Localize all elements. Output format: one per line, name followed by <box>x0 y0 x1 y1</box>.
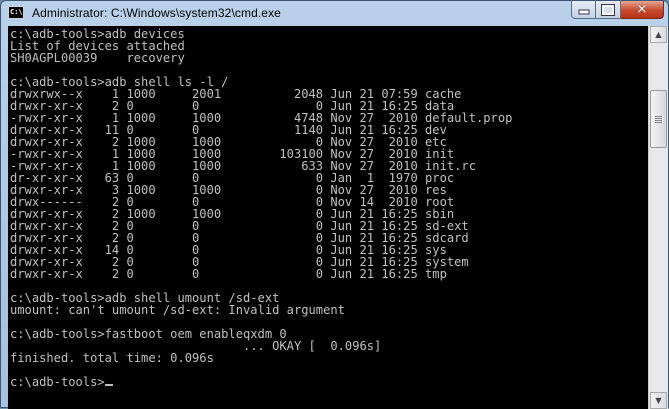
scroll-up-arrow-icon: ▲ <box>655 30 662 39</box>
console-output[interactable]: c:\adb-tools>adb devices List of devices … <box>8 26 648 409</box>
console-text: c:\adb-tools>adb devices List of devices … <box>8 26 648 388</box>
console-line: SH0AGPL00039 recovery <box>10 51 185 65</box>
console-line: umount: can't umount /sd-ext: Invalid ar… <box>10 303 345 317</box>
scroll-down-arrow-icon: ▼ <box>655 396 662 405</box>
cmd-window: C:\ Administrator: C:\Windows\system32\c… <box>0 0 669 409</box>
scroll-down-button[interactable]: ▼ <box>650 392 667 409</box>
grip-line <box>655 116 662 117</box>
grip-line <box>655 118 662 119</box>
window-controls: ✕ <box>571 1 664 20</box>
scroll-up-button[interactable]: ▲ <box>650 26 667 43</box>
minimize-button[interactable] <box>571 1 596 19</box>
grip-line <box>655 122 662 123</box>
console-line: finished. total time: 0.096s <box>10 351 214 365</box>
cmd-icon[interactable]: C:\ <box>8 6 24 19</box>
grip-line <box>655 120 662 121</box>
close-icon: ✕ <box>636 2 648 17</box>
window-title: Administrator: C:\Windows\system32\cmd.e… <box>32 6 281 20</box>
vertical-scrollbar[interactable]: ▲ ▼ <box>648 26 668 409</box>
text-cursor <box>104 384 113 386</box>
maximize-button[interactable] <box>596 1 621 19</box>
title-bar[interactable]: C:\ Administrator: C:\Windows\system32\c… <box>1 1 668 26</box>
console-line: drwxr-xr-x 2 0 0 0 Jun 21 16:25 tmp <box>10 267 447 281</box>
scroll-thumb[interactable] <box>650 90 667 148</box>
close-button[interactable]: ✕ <box>621 1 664 19</box>
console-line: c:\adb-tools> <box>10 376 648 388</box>
minimize-icon <box>578 9 589 15</box>
maximize-icon <box>601 4 615 16</box>
